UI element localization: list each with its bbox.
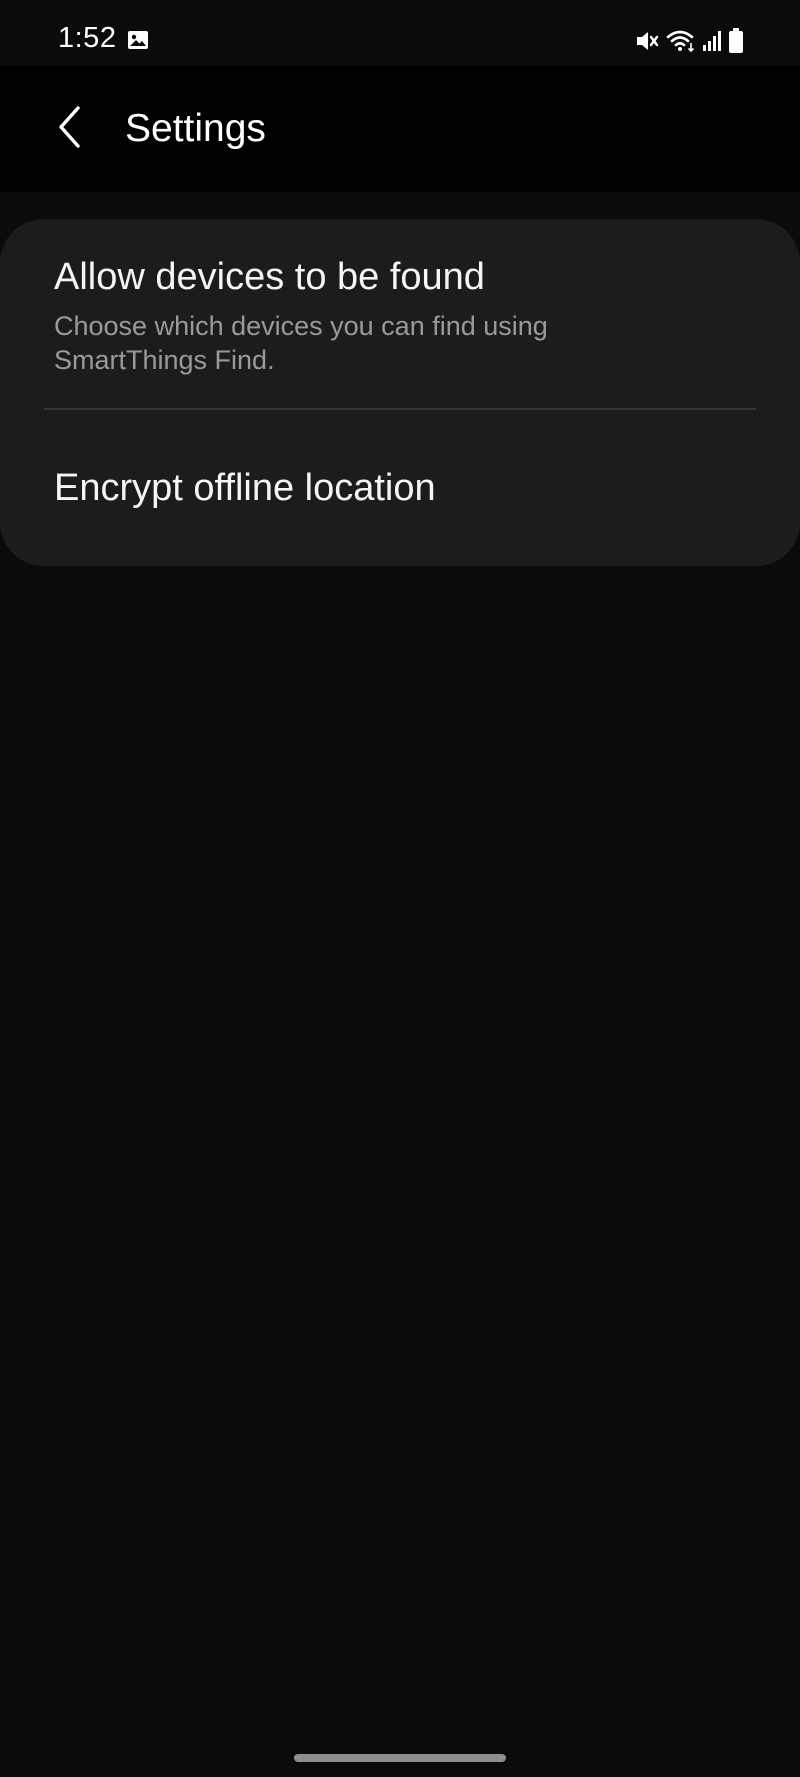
wifi-icon [666,29,696,53]
setting-encrypt-offline-location[interactable]: Encrypt offline location [0,410,800,566]
back-button[interactable] [44,94,96,164]
setting-subtitle: Choose which devices you can find using … [54,311,548,375]
app-bar: Settings [0,66,800,192]
mute-icon [634,29,660,53]
setting-title: Encrypt offline location [54,467,436,509]
status-icons [634,26,744,56]
status-time: 1:52 [58,22,117,54]
settings-card: Allow devices to be found Choose which d… [0,219,800,566]
signal-icon [702,30,722,52]
gallery-icon [127,30,149,50]
setting-allow-devices-found[interactable]: Allow devices to be found Choose which d… [0,219,800,409]
navigation-handle[interactable] [294,1754,506,1762]
status-bar: 1:52 [0,0,800,66]
setting-title: Allow devices to be found [54,256,485,298]
battery-icon [728,28,744,54]
chevron-left-icon [55,105,85,154]
page-title: Settings [125,107,266,150]
